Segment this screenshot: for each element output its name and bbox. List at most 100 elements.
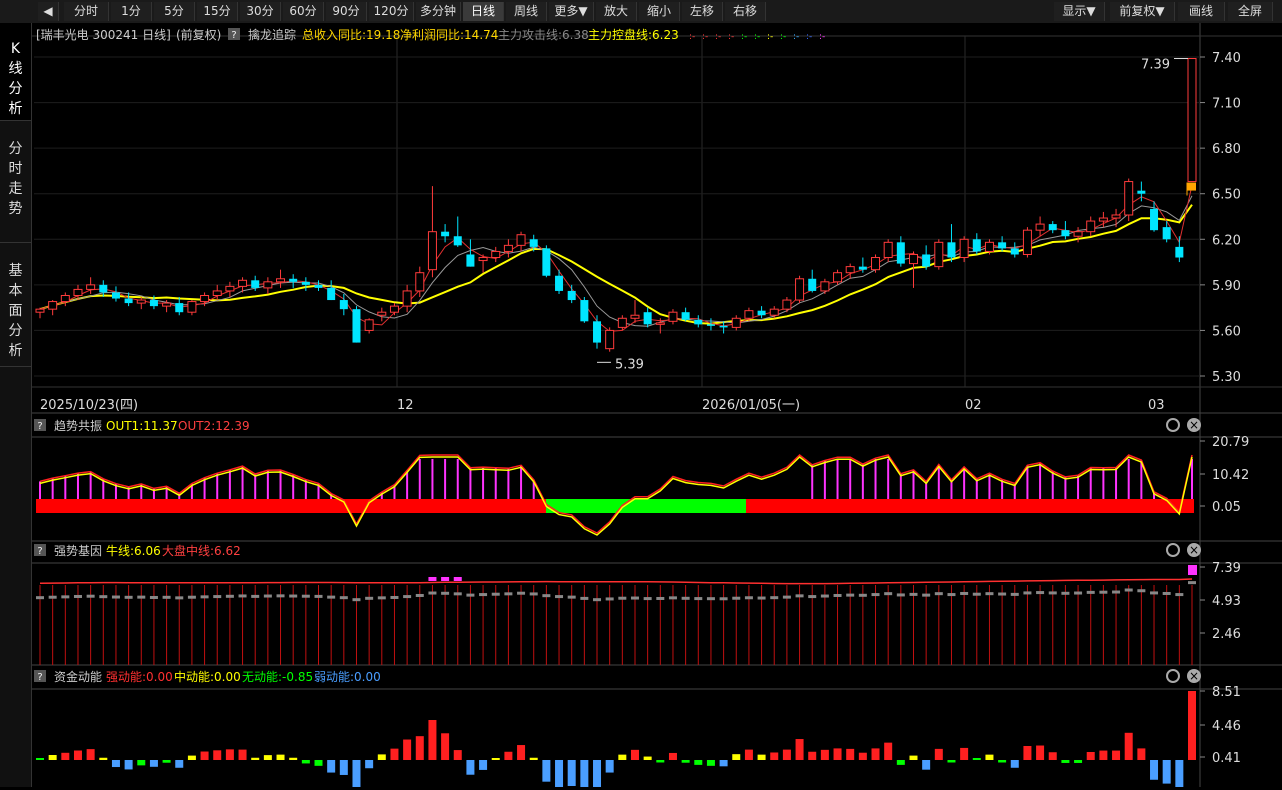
gene-mark-71: [934, 592, 943, 596]
gene-mark-87: [1137, 589, 1146, 593]
sub1-tick-label-1: 10.42: [1212, 468, 1249, 483]
kline-chart-svg[interactable]: 7.40 7.10 6.80 6.50 6.20 5.90 5.60 5.30 [瑞丰光电 30…: [32, 23, 1282, 790]
toolbar-btn-2[interactable]: 5分: [154, 2, 195, 21]
candle-body-61: [808, 278, 817, 291]
gene-mark-69: [909, 592, 918, 596]
fund-bar-66: [871, 748, 880, 760]
candle-body-27: [377, 311, 387, 316]
toolbar-btn-8[interactable]: 多分钟: [416, 2, 461, 21]
back-icon[interactable]: ◀: [38, 2, 59, 21]
fund-bar-85: [1112, 750, 1121, 760]
gene-mark-3: [73, 594, 82, 598]
sub3-label-0: 资金动能: [54, 669, 102, 684]
sub3-tick-label-2: 0.41: [1212, 751, 1241, 766]
gene-mark-67: [884, 592, 893, 596]
candle-body-23: [327, 287, 336, 301]
trend-band-red-1: [36, 499, 546, 513]
toolbar-btn-14[interactable]: 左移: [682, 2, 723, 21]
candle-body-16: [238, 279, 248, 287]
gene-mark-91: [1188, 581, 1196, 585]
toolbar-btn-7[interactable]: 120分: [369, 2, 414, 21]
candle-body-38: [516, 234, 526, 246]
fund-bar-74: [972, 758, 981, 760]
fund-bar-46: [618, 754, 627, 760]
sub3-label-4: 弱动能:0.00: [314, 670, 381, 684]
sub2-help-glyph: ?: [37, 546, 42, 557]
gene-mark-26: [365, 596, 374, 600]
side-tab-0[interactable]: K线分析: [0, 23, 31, 121]
fund-bar-31: [428, 720, 437, 760]
gene-mark-47: [630, 596, 639, 600]
sub2-label-2: 大盘中线:6.62: [162, 543, 241, 558]
gene-mark-34: [466, 593, 475, 597]
fund-bar-2: [61, 752, 70, 760]
fund-bar-27: [377, 754, 386, 760]
fund-bar-11: [175, 760, 184, 768]
toolbar-btn-9[interactable]: 日线: [463, 2, 504, 21]
candle-body-49: [655, 322, 665, 325]
toolbar-btn-15[interactable]: 右移: [725, 2, 766, 21]
fund-bar-36: [491, 758, 500, 760]
fund-bar-71: [934, 748, 943, 760]
toolbar-btn-1[interactable]: 1分: [111, 2, 152, 21]
gene-mark-73: [960, 591, 969, 595]
candle-body-76: [998, 242, 1007, 249]
candle-body-20: [289, 278, 298, 282]
toolbar-right-btn-2[interactable]: 画线: [1178, 2, 1225, 21]
high-annotation: 7.39: [1141, 58, 1170, 73]
fund-bar-50: [668, 752, 677, 760]
gene-mark-10: [162, 595, 171, 599]
gene-mark-81: [1061, 591, 1070, 595]
candle-body-42: [567, 290, 576, 301]
sub3-tick-label-0: 8.51: [1212, 685, 1241, 700]
candle-body-88: [1150, 208, 1159, 231]
fund-bar-0: [36, 758, 44, 760]
gene-mark-19: [276, 594, 285, 598]
fund-bar-51: [681, 760, 690, 763]
fund-bar-17: [251, 757, 260, 760]
gene-mark-51: [681, 596, 690, 600]
candle-body-3: [73, 288, 83, 296]
toolbar-btn-11[interactable]: 更多▼: [549, 2, 594, 21]
gene-mark-77: [1010, 592, 1019, 596]
toolbar-right-btn-1[interactable]: 前复权▼: [1110, 2, 1175, 21]
toolbar-btn-4[interactable]: 30分: [240, 2, 281, 21]
sub1-label-1: OUT1:11.37: [106, 419, 178, 433]
ytick-label-main-7: 5.30: [1212, 370, 1241, 385]
candle-body-44: [593, 321, 602, 343]
x-label-2: 2026/01/05(一): [702, 398, 800, 413]
fund-bar-last: [1188, 691, 1196, 760]
gene-mark-59: [782, 595, 791, 599]
fund-bar-63: [833, 748, 842, 760]
candle-body-70: [922, 254, 931, 267]
candle-body-52: [694, 319, 703, 325]
candle-body-35: [478, 257, 488, 262]
toolbar-btn-0[interactable]: 分时: [64, 2, 109, 21]
candle-body-37: [503, 244, 513, 252]
toolbar-btn-10[interactable]: 周线: [506, 2, 547, 21]
candle-body-26: [364, 319, 374, 331]
fund-bar-23: [327, 760, 336, 773]
sub3-label-3: 无动能:-0.85: [242, 670, 313, 684]
ytick-label-main-0: 7.40: [1212, 51, 1241, 66]
toolbar-right-btn-0[interactable]: 显示▼: [1054, 2, 1105, 21]
fund-bar-57: [757, 754, 766, 760]
toolbar-btn-5[interactable]: 60分: [283, 2, 324, 21]
gene-mark-60: [795, 594, 804, 598]
fund-bar-79: [1036, 745, 1045, 760]
fund-bar-3: [73, 750, 82, 760]
side-tab-2[interactable]: 基本面分析: [0, 245, 31, 367]
gene-mark-2: [61, 595, 70, 599]
candle-body-13: [200, 294, 210, 303]
fund-bar-52: [694, 760, 703, 765]
side-tab-1[interactable]: 分时走势: [0, 123, 31, 243]
toolbar-right-btn-3[interactable]: 全屏: [1228, 2, 1273, 21]
fund-bar-15: [225, 749, 234, 760]
candle-body-8: [136, 299, 146, 304]
toolbar-btn-3[interactable]: 15分: [197, 2, 238, 21]
fund-bar-77: [1010, 760, 1019, 768]
toolbar-btn-13[interactable]: 缩小: [639, 2, 680, 21]
toolbar-btn-6[interactable]: 90分: [326, 2, 367, 21]
toolbar-btn-12[interactable]: 放大: [596, 2, 637, 21]
sub2-tick-label-2: 2.46: [1212, 627, 1241, 642]
